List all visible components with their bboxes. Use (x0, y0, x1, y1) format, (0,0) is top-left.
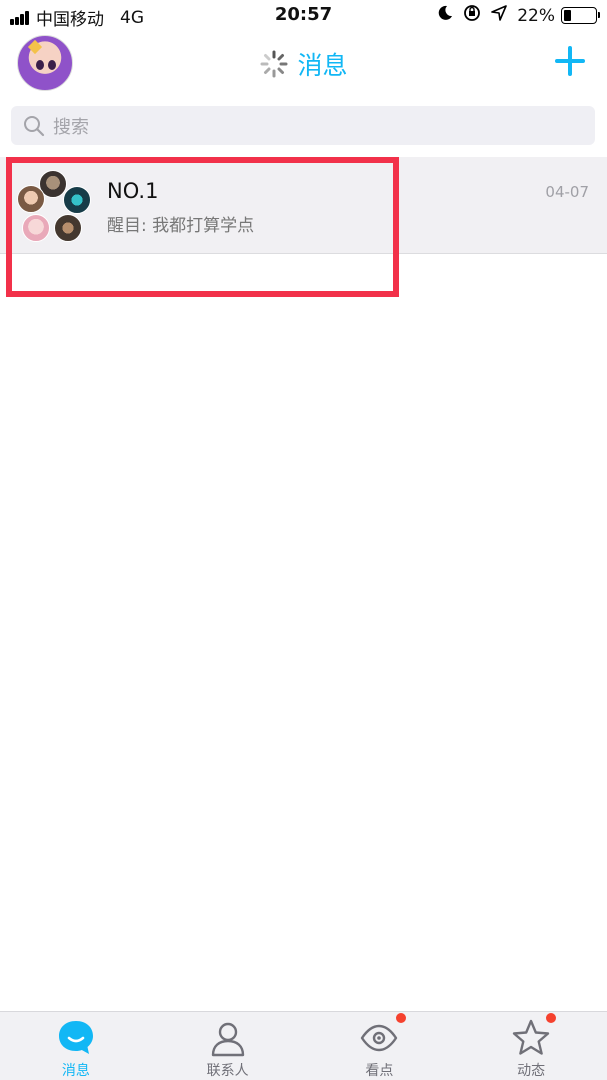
battery-icon (561, 7, 600, 24)
notification-badge (545, 1012, 558, 1024)
tab-label: 看点 (365, 1063, 394, 1079)
star-icon (512, 1019, 550, 1055)
search-placeholder: 搜索 (53, 116, 89, 138)
loading-spinner-icon (260, 50, 288, 78)
moon-icon (437, 5, 453, 26)
tab-kandian[interactable]: 看点 (304, 1012, 456, 1080)
tab-bar: 消息 联系人 看点 动态 (0, 1011, 607, 1080)
highlight-box (6, 157, 399, 297)
status-right: 22% (437, 4, 600, 27)
header: 消息 (0, 32, 607, 94)
tab-label: 动态 (517, 1063, 546, 1079)
header-title-wrap: 消息 (0, 46, 607, 82)
plus-icon[interactable] (555, 46, 585, 76)
tab-dongtai[interactable]: 动态 (455, 1012, 607, 1080)
location-icon (491, 5, 508, 26)
page-title: 消息 (297, 51, 348, 80)
search-bar[interactable]: 搜索 (11, 106, 595, 145)
conversation-date: 04-07 (545, 183, 589, 201)
battery-percent: 22% (517, 5, 555, 26)
tab-messages[interactable]: 消息 (0, 1012, 152, 1080)
orientation-lock-icon (463, 4, 481, 27)
tab-label: 联系人 (206, 1063, 249, 1079)
tab-label: 消息 (61, 1063, 90, 1079)
status-bar: 中国移动 4G 20:57 22% (0, 0, 607, 32)
search-icon (24, 115, 45, 136)
battery-level (564, 10, 571, 21)
message-bubble-icon (58, 1021, 93, 1054)
contacts-icon (211, 1022, 244, 1057)
notification-badge (394, 1012, 407, 1024)
eye-icon (361, 1024, 398, 1052)
page: 中国移动 4G 20:57 22% 消息 搜索 NO.1 醒目: 我都打算学点 … (0, 0, 607, 1080)
tab-contacts[interactable]: 联系人 (152, 1012, 304, 1080)
